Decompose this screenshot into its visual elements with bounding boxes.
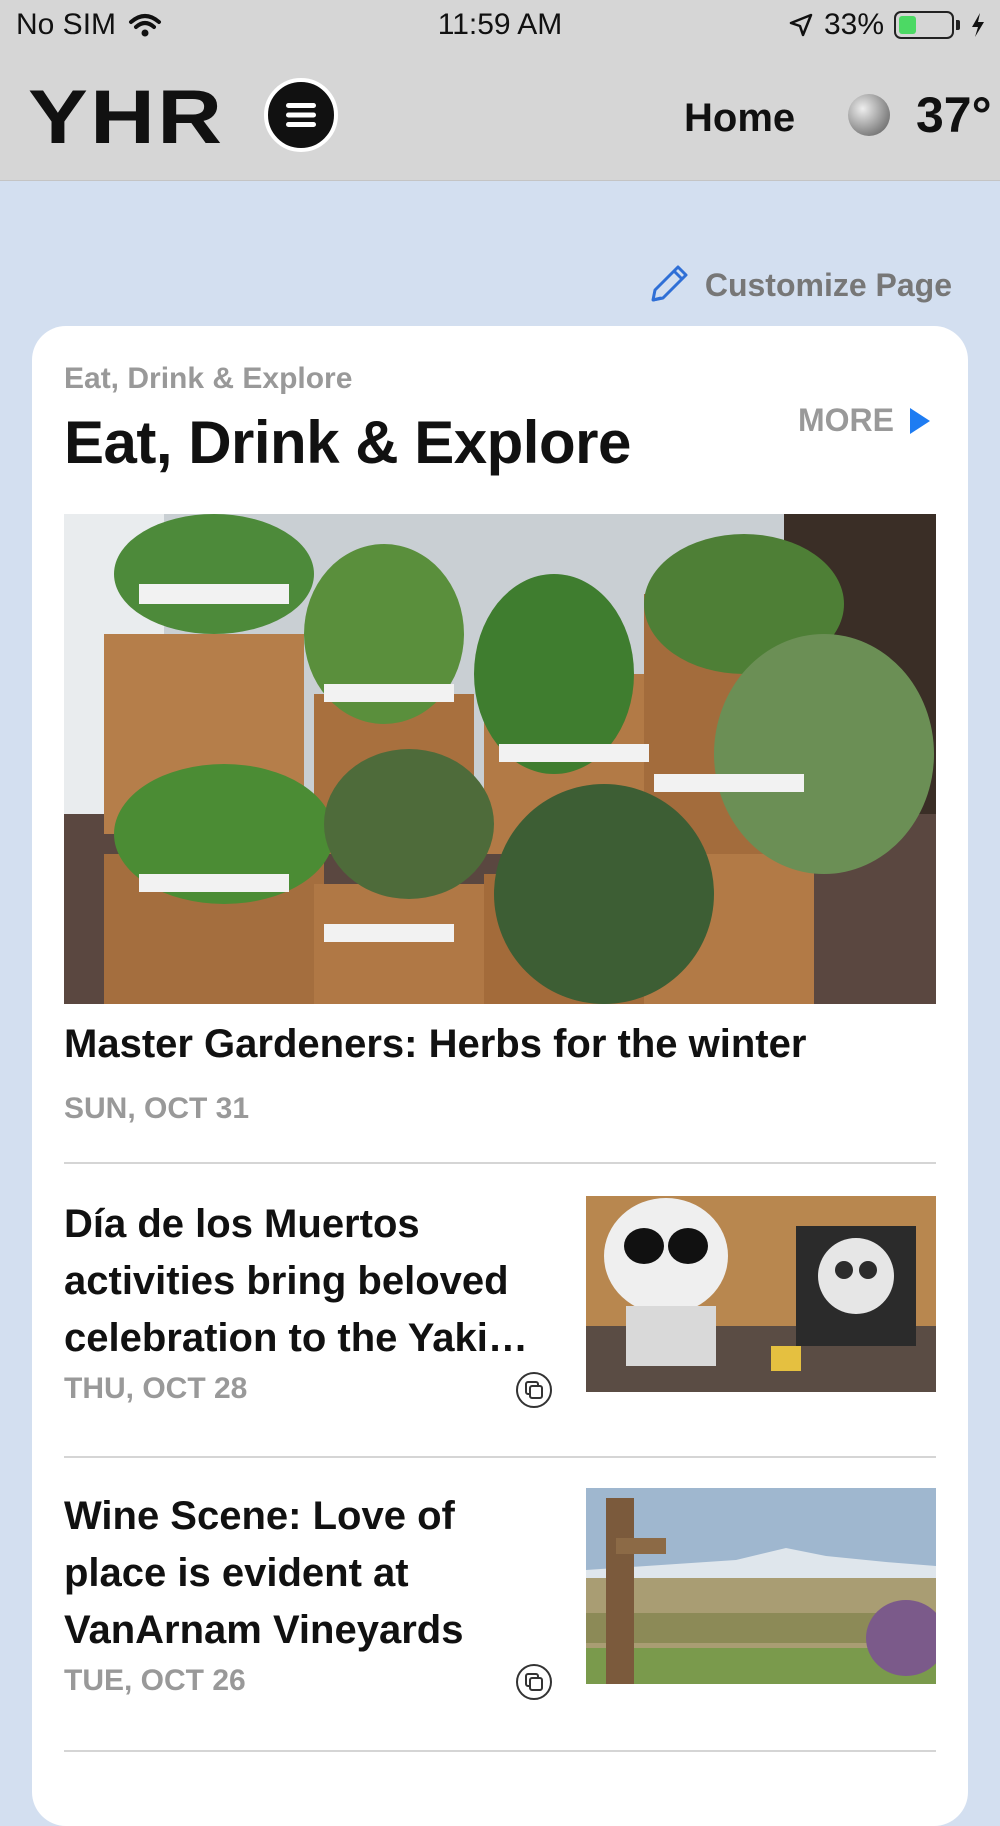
battery-percent: 33% [823, 8, 884, 41]
story-thumbnail[interactable] [586, 1196, 936, 1392]
gallery-icon [516, 1664, 552, 1700]
divider [64, 1162, 936, 1164]
battery-fill [899, 16, 916, 34]
section-eyebrow: Eat, Drink & Explore [64, 362, 353, 395]
story-item[interactable]: Día de los Muertos activities bring belo… [64, 1196, 936, 1456]
logo[interactable]: YHR [28, 74, 224, 161]
status-bar: No SIM 11:59 AM 33% [0, 0, 1000, 56]
story-headline[interactable]: Día de los Muertos activities bring belo… [64, 1196, 564, 1367]
hero-date: SUN, OCT 31 [64, 1092, 250, 1125]
moon-icon [848, 94, 890, 136]
location-arrow-icon [789, 13, 813, 37]
pencil-icon [651, 265, 688, 302]
temperature[interactable]: 37° [916, 86, 992, 144]
story-date: THU, OCT 28 [64, 1372, 248, 1405]
battery-icon [894, 11, 954, 39]
more-label: MORE [798, 402, 894, 438]
story-item[interactable]: Wine Scene: Love of place is evident at … [64, 1488, 936, 1748]
story-date: TUE, OCT 26 [64, 1664, 246, 1697]
customize-page-button[interactable]: Customize Page [645, 262, 952, 308]
story-headline[interactable]: Wine Scene: Love of place is evident at … [64, 1488, 564, 1659]
battery-nub [956, 20, 960, 30]
customize-page-label: Customize Page [704, 266, 952, 303]
section-title: Eat, Drink & Explore [64, 409, 631, 476]
hamburger-icon [286, 103, 316, 127]
divider [64, 1750, 936, 1752]
home-link[interactable]: Home [684, 96, 795, 141]
more-button[interactable]: MORE [798, 402, 932, 439]
section-card: Eat, Drink & Explore Eat, Drink & Explor… [32, 326, 968, 1826]
hero-headline[interactable]: Master Gardeners: Herbs for the winter [64, 1022, 806, 1067]
app-header: YHR Home 37° [0, 56, 1000, 181]
bolt-icon [972, 13, 984, 37]
gallery-icon [516, 1372, 552, 1408]
hero-image[interactable] [64, 514, 936, 1004]
menu-button[interactable] [264, 78, 338, 152]
divider [64, 1456, 936, 1458]
triangle-right-icon [910, 407, 930, 434]
story-thumbnail[interactable] [586, 1488, 936, 1684]
